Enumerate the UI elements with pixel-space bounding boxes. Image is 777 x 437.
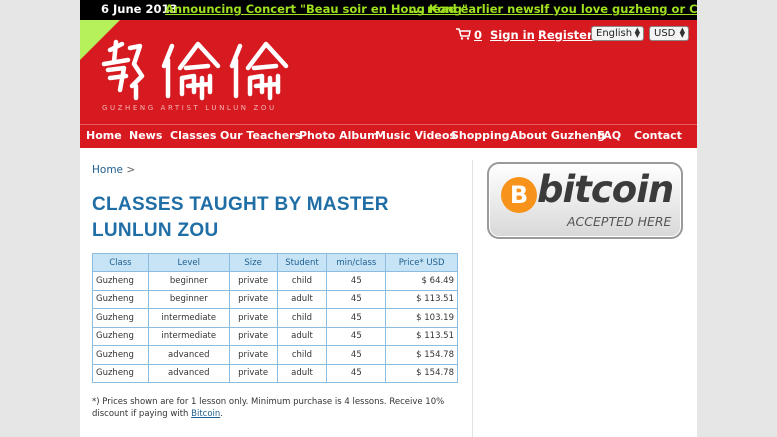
pricing-note: *) Prices shown are for 1 lesson only. M… bbox=[92, 396, 462, 420]
cart-count[interactable]: 0 bbox=[474, 28, 482, 42]
breadcrumb: Home > bbox=[92, 164, 135, 176]
column-divider bbox=[472, 160, 473, 437]
column-header: Student bbox=[276, 253, 328, 272]
site-header: GUZHENG ARTIST LUNLUN ZOU 0 Sign in Regi… bbox=[80, 20, 697, 124]
nav-contact[interactable]: Contact bbox=[634, 129, 682, 142]
table-row: Guzheng advanced private child 45 $ 154.78 bbox=[92, 345, 458, 365]
classes-price-table: Class Level Size Student min/class Price… bbox=[92, 253, 458, 383]
nav-home[interactable]: Home bbox=[86, 129, 122, 142]
select-arrows-icon: ▲ ▼ bbox=[634, 26, 640, 39]
breadcrumb-separator: > bbox=[126, 164, 136, 176]
main-content: Home > CLASSES TAUGHT BY MASTER LUNLUN Z… bbox=[80, 148, 697, 437]
table-cell: adult bbox=[276, 289, 328, 309]
table-cell: 45 bbox=[326, 289, 387, 309]
table-cell: 45 bbox=[326, 308, 387, 328]
table-cell: private bbox=[228, 363, 278, 383]
table-cell: beginner bbox=[147, 289, 230, 309]
table-cell: $ 113.51 bbox=[385, 326, 458, 346]
register-link[interactable]: Register bbox=[538, 28, 593, 42]
read-earlier-news-link[interactable]: ... read earlier news bbox=[410, 2, 541, 17]
nav-photo-album[interactable]: Photo Album bbox=[299, 129, 379, 142]
bitcoin-wordmark: bitcoin bbox=[537, 168, 674, 211]
table-header-row: Class Level Size Student min/class Price… bbox=[92, 253, 458, 272]
nav-classes[interactable]: Classes bbox=[170, 129, 216, 142]
table-row: Guzheng beginner private child 45 $ 64.49 bbox=[92, 271, 458, 291]
table-cell: $ 64.49 bbox=[385, 271, 458, 291]
table-cell: Guzheng bbox=[92, 308, 149, 328]
table-cell: 45 bbox=[326, 326, 387, 346]
table-cell: $ 154.78 bbox=[385, 345, 458, 365]
table-cell: private bbox=[228, 289, 278, 309]
page-title: CLASSES TAUGHT BY MASTER LUNLUN ZOU bbox=[92, 194, 389, 241]
table-cell: Guzheng bbox=[92, 326, 149, 346]
table-cell: advanced bbox=[147, 345, 230, 365]
table-cell: 45 bbox=[326, 345, 387, 365]
table-cell: Guzheng bbox=[92, 271, 149, 291]
table-cell: Guzheng bbox=[92, 289, 149, 309]
select-arrows-icon: ▲ ▼ bbox=[679, 26, 685, 39]
table-cell: 45 bbox=[326, 363, 387, 383]
table-cell: intermediate bbox=[147, 326, 230, 346]
bitcoin-accepted-badge[interactable]: B bitcoin ACCEPTED HERE bbox=[487, 162, 683, 239]
column-header: Size bbox=[228, 253, 278, 272]
table-row: Guzheng intermediate private adult 45 $ 113.5… bbox=[92, 326, 458, 346]
nav-shopping[interactable]: Shopping bbox=[451, 129, 510, 142]
currency-select[interactable]: USD ▲ ▼ bbox=[649, 26, 689, 41]
news-ticker: 6 June 2013 Announcing Concert "Beau soi… bbox=[80, 0, 697, 20]
table-cell: adult bbox=[276, 326, 328, 346]
table-cell: private bbox=[228, 308, 278, 328]
table-cell: private bbox=[228, 271, 278, 291]
table-cell: child bbox=[276, 345, 328, 365]
table-cell: $ 154.78 bbox=[385, 363, 458, 383]
column-header: min/class bbox=[326, 253, 387, 272]
language-select[interactable]: English ▲ ▼ bbox=[591, 26, 644, 41]
table-cell: private bbox=[228, 345, 278, 365]
ticker-promo-link[interactable]: If you love guzheng or Chinese m bbox=[540, 2, 697, 17]
table-cell: child bbox=[276, 308, 328, 328]
table-row: Guzheng advanced private adult 45 $ 154.78 bbox=[92, 363, 458, 383]
table-row: Guzheng beginner private adult 45 $ 113.51 bbox=[92, 289, 458, 309]
table-cell: Guzheng bbox=[92, 363, 149, 383]
nav-faq[interactable]: FAQ bbox=[597, 129, 621, 142]
cart-icon[interactable] bbox=[456, 28, 471, 40]
bitcoin-coin-icon: B bbox=[501, 177, 537, 213]
bitcoin-link[interactable]: Bitcoin bbox=[191, 409, 220, 419]
table-cell: beginner bbox=[147, 271, 230, 291]
table-cell: advanced bbox=[147, 363, 230, 383]
table-cell: 45 bbox=[326, 271, 387, 291]
nav-our-teachers[interactable]: Our Teachers bbox=[220, 129, 301, 142]
table-body: Guzheng beginner private child 45 $ 64.49 Guzh… bbox=[92, 271, 458, 383]
breadcrumb-home-link[interactable]: Home bbox=[92, 164, 123, 176]
note-end: . bbox=[220, 409, 223, 419]
nav-news[interactable]: News bbox=[129, 129, 162, 142]
nav-music-videos[interactable]: Music Videos bbox=[375, 129, 456, 142]
language-value: English bbox=[596, 28, 633, 39]
table-cell: $ 113.51 bbox=[385, 289, 458, 309]
header-tools: 0 Sign in Register English ▲ ▼ USD ▲ ▼ bbox=[450, 26, 690, 42]
column-header: Level bbox=[147, 253, 230, 272]
table-cell: intermediate bbox=[147, 308, 230, 328]
note-text: *) Prices shown are for 1 lesson only. M… bbox=[92, 397, 445, 419]
bitcoin-accepted-label: ACCEPTED HERE bbox=[567, 214, 672, 229]
table-cell: adult bbox=[276, 363, 328, 383]
column-header: Price* USD bbox=[385, 253, 458, 272]
main-nav: Home News Classes Our Teachers Photo Alb… bbox=[80, 124, 697, 148]
column-header: Class bbox=[92, 253, 149, 272]
lunlun-calligraphy-logo[interactable] bbox=[100, 38, 300, 104]
table-cell: Guzheng bbox=[92, 345, 149, 365]
table-cell: child bbox=[276, 271, 328, 291]
table-row: Guzheng intermediate private child 45 $ 103.1… bbox=[92, 308, 458, 328]
logo-subtitle: GUZHENG ARTIST LUNLUN ZOU bbox=[102, 104, 277, 112]
table-cell: private bbox=[228, 326, 278, 346]
sign-in-link[interactable]: Sign in bbox=[490, 28, 535, 42]
currency-value: USD bbox=[654, 28, 676, 39]
nav-about-guzheng[interactable]: About Guzheng bbox=[510, 129, 605, 142]
table-cell: $ 103.19 bbox=[385, 308, 458, 328]
